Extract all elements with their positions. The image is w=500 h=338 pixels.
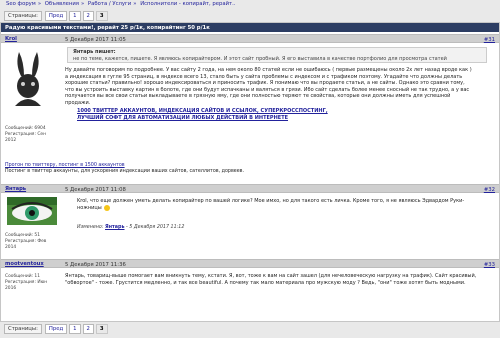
pager-label: Страницы:: [4, 10, 42, 21]
quote-text: не по теме, кажется, пишете. Я являюсь к…: [73, 55, 447, 62]
meta-line: 2016: [5, 286, 17, 291]
crumb-work[interactable]: Работа / Услуги: [88, 1, 131, 7]
post-header: 5 Декабря 2017 11:36 #33: [1, 259, 499, 268]
rabbit-avatar: [7, 50, 49, 110]
post-body: Ну давайте поговорим по подробнее. У вас…: [65, 67, 472, 107]
promo-block: Прогон по твиттеру, постинг в 1500 аккау…: [5, 163, 244, 175]
post-line-with-emoji: ножницы: [77, 205, 464, 212]
pager-page-1[interactable]: 1: [69, 323, 81, 334]
edited-user[interactable]: Янтарь: [105, 225, 125, 230]
post-author[interactable]: Krol: [5, 36, 17, 42]
thread-container: Радую красивыми текстами!, рерайт 25 р/1…: [0, 22, 500, 322]
crumb-sep: »: [80, 1, 85, 7]
quote-block: Янтарь пишет: не по теме, кажется, пишет…: [67, 47, 487, 63]
author-meta: Сообщений: 11 Регистрация: Июн 2016: [5, 274, 47, 292]
post-header: 5 Декабря 2017 11:05 #31: [1, 34, 499, 43]
pager-page-2[interactable]: 2: [82, 323, 94, 334]
pager-prev[interactable]: Пред: [44, 10, 68, 21]
meta-line: 2012: [5, 138, 17, 143]
author-meta: Сообщений: 51 Регистрация: Фев 2014: [5, 233, 46, 251]
eye-avatar: [7, 197, 57, 225]
thread-title: Радую красивыми текстами!, рерайт 25 р/1…: [1, 23, 499, 32]
pager-page-3: 3: [95, 10, 108, 21]
post-body: Krol, что еще должен уметь делать копира…: [77, 198, 464, 211]
author-meta: Сообщений: 6904 Регистрация: Сен 2012: [5, 126, 46, 144]
post-number[interactable]: #33: [484, 262, 495, 268]
pager-prev[interactable]: Пред: [44, 323, 68, 334]
pager-bottom: Страницы: Пред 1 2 3: [4, 323, 110, 334]
edited-label: Изменено:: [77, 225, 104, 230]
post-date: 5 Декабря 2017 11:36: [65, 261, 126, 268]
edited-note: Изменено: Янтарь - 5 Декабря 2017 11:12: [77, 225, 184, 230]
signature-link-1[interactable]: 1000 ТВИТТЕР АККАУНТОВ, ИНДЕКСАЦИЯ САЙТО…: [77, 108, 328, 114]
signature-link-2[interactable]: ЛУЧШИЙ СОФТ ДЛЯ АВТОМАТИЗАЦИИ ЛЮБЫХ ДЕЙС…: [77, 115, 288, 121]
pager-page-2[interactable]: 2: [82, 10, 94, 21]
post-date: 5 Декабря 2017 11:05: [65, 36, 126, 43]
post-author[interactable]: Янтарь: [5, 186, 26, 192]
post-line: продажи.: [65, 99, 91, 106]
post-body: Янтарь, товарищ-выше помогает вам вникну…: [65, 273, 476, 286]
breadcrumb: Seo форум» Объявления» Работа / Услуги» …: [6, 1, 237, 7]
post-line: Krol, что еще должен уметь делать копира…: [77, 198, 465, 204]
edited-date: - 5 Декабря 2017 11:12: [126, 225, 185, 230]
crumb-sep: »: [37, 1, 42, 7]
crumb-executors[interactable]: Исполнители - копирайт, рерайт..: [140, 1, 235, 7]
post-line: получается вы все свои статьи выкладывае…: [65, 93, 451, 100]
post-line: Ну давайте поговорим по подробнее. У вас…: [65, 67, 472, 73]
promo-link[interactable]: Прогон по твиттеру, постинг в 1500 аккау…: [5, 163, 125, 168]
post-header: 5 Декабря 2017 11:08 #32: [1, 184, 499, 193]
post-line: ножницы: [77, 204, 102, 211]
post-line: хорошие статьи? правильно! хорошо индекс…: [65, 80, 465, 87]
pager-page-3: 3: [95, 323, 108, 334]
post-date: 5 Декабря 2017 11:08: [65, 186, 126, 193]
crumb-sep: »: [133, 1, 137, 7]
crumb-seo-forum[interactable]: Seo форум: [6, 1, 36, 7]
post-line: "обвортое" - тоже. Грустится медленно, и…: [65, 279, 466, 286]
quote-author: Янтарь пишет:: [73, 49, 116, 55]
smiley-icon: [103, 204, 110, 211]
post-number[interactable]: #31: [484, 37, 495, 43]
promo-text: Постинг в твиттер аккаунты, для ускорени…: [5, 169, 245, 174]
post-number[interactable]: #32: [484, 187, 495, 193]
post-line: Янтарь, товарищ-выше помогает вам вникну…: [65, 273, 477, 279]
meta-line: 2014: [5, 245, 17, 250]
pager-page-1[interactable]: 1: [69, 10, 81, 21]
pager-top: Страницы: Пред 1 2 3: [4, 10, 110, 21]
post-author[interactable]: mootventoux: [5, 261, 44, 267]
pager-label: Страницы:: [4, 323, 42, 334]
crumb-ads[interactable]: Объявления: [45, 1, 79, 7]
signature-links: 1000 ТВИТТЕР АККАУНТОВ, ИНДЕКСАЦИЯ САЙТО…: [77, 108, 328, 122]
